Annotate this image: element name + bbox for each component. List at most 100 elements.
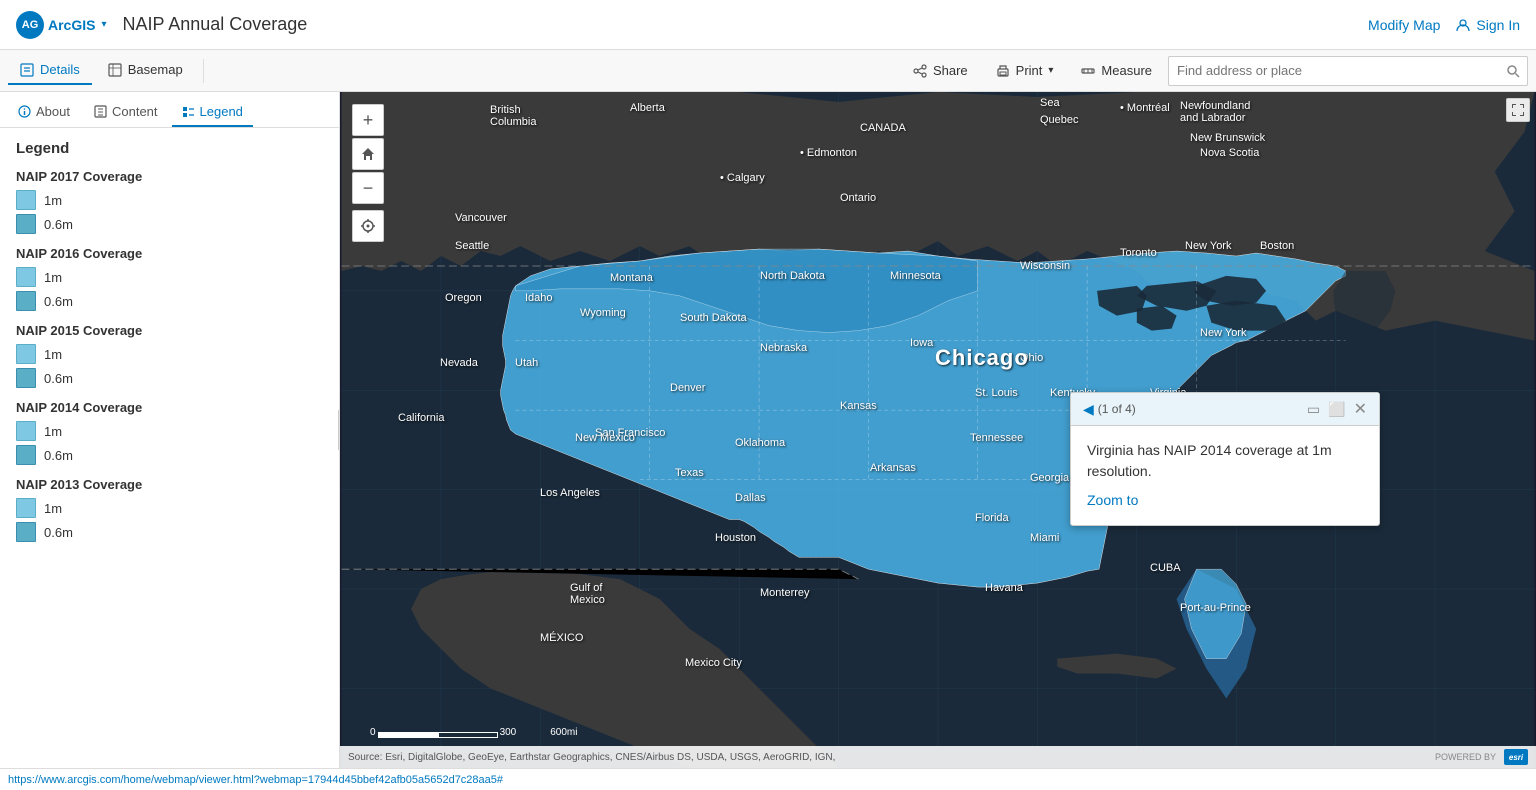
legend-label-1m: 1m [44,193,62,208]
user-icon [1456,18,1470,32]
top-right-actions: Modify Map Sign In [1368,17,1520,33]
content-tab-label: Content [112,104,158,119]
powered-by-label: POWERED BY [1435,752,1496,762]
legend-group-2015: NAIP 2015 Coverage [16,323,323,338]
legend-item: 1m [16,267,323,287]
sign-in-button[interactable]: Sign In [1456,17,1520,33]
popup-header: ◀ (1 of 4) ▭ ⬜ ✕ [1071,393,1379,426]
legend-label-1m: 1m [44,501,62,516]
sidebar-tab-legend[interactable]: Legend [172,98,253,127]
arcgis-label: ArcGIS [48,17,95,33]
legend-label-1m: 1m [44,424,62,439]
legend-label-06m: 0.6m [44,448,73,463]
fullscreen-icon [1511,103,1525,117]
arcgis-dropdown-icon[interactable]: ▾ [101,19,106,30]
scale-segment [438,732,498,738]
basemap-tab-label: Basemap [128,62,183,77]
legend-swatch-1m [16,190,36,210]
legend-item: 1m [16,190,323,210]
about-icon [18,105,31,118]
sidebar: About Content Legend ◀ Legend NAIP 2017 … [0,92,340,768]
legend-group-2013: NAIP 2013 Coverage [16,477,323,492]
legend-label-06m: 0.6m [44,371,73,386]
fullscreen-button[interactable] [1506,98,1530,122]
attribution-text: Source: Esri, DigitalGlobe, GeoEye, Eart… [348,752,835,763]
scale-bar: 0 300 600mi [370,727,578,738]
app-title: NAIP Annual Coverage [123,14,308,35]
legend-group-2017: NAIP 2017 Coverage [16,169,323,184]
share-label: Share [933,63,968,78]
legend-item: 1m [16,498,323,518]
map-container[interactable]: BritishColumbia Alberta CANADA • Edmonto… [340,92,1536,768]
popup-prev-button[interactable]: ◀ [1079,401,1098,418]
print-button[interactable]: Print ▾ [984,57,1066,84]
scale-line: 0 300 600mi [370,727,578,738]
share-icon [913,64,927,78]
legend-group-2016: NAIP 2016 Coverage [16,246,323,261]
sidebar-tabs: About Content Legend [0,92,339,128]
esri-logo: POWERED BY esri [1435,749,1528,765]
legend-label-1m: 1m [44,270,62,285]
search-container [1168,56,1528,86]
legend-item: 0.6m [16,368,323,388]
legend-swatch-1m [16,344,36,364]
search-button[interactable] [1499,56,1527,86]
toolbar: Details Basemap Share Print ▾ Measure [0,50,1536,92]
measure-button[interactable]: Measure [1069,57,1164,84]
zoom-in-button[interactable]: + [352,104,384,136]
status-bar: https://www.arcgis.com/home/webmap/viewe… [0,768,1536,790]
popup: ◀ (1 of 4) ▭ ⬜ ✕ Virginia has NAIP 2014 … [1070,392,1380,526]
popup-body: Virginia has NAIP 2014 coverage at 1m re… [1071,426,1379,525]
modify-map-button[interactable]: Modify Map [1368,17,1440,33]
popup-expand-button[interactable]: ⬜ [1324,401,1349,418]
arcgis-logo[interactable]: AG ArcGIS ▾ [16,11,107,39]
sidebar-tab-content[interactable]: Content [84,98,168,127]
legend-label-1m: 1m [44,347,62,362]
legend-icon [182,105,195,118]
popup-close-button[interactable]: ✕ [1350,399,1371,419]
esri-logo-mark: esri [1504,749,1528,765]
popup-restore-button[interactable]: ▭ [1303,401,1324,418]
home-button[interactable] [352,138,384,170]
legend-item: 1m [16,421,323,441]
scale-segment [378,732,438,738]
popup-description: Virginia has NAIP 2014 coverage at 1m re… [1087,442,1332,479]
legend-swatch-06m [16,291,36,311]
about-tab-label: About [36,104,70,119]
attribution-bar: Source: Esri, DigitalGlobe, GeoEye, Eart… [340,746,1536,768]
toolbar-right: Share Print ▾ Measure [901,56,1528,86]
sidebar-tab-about[interactable]: About [8,98,80,127]
zoom-out-button[interactable]: − [352,172,384,204]
map-controls: + − [352,104,384,242]
legend-item: 0.6m [16,445,323,465]
legend-label-06m: 0.6m [44,294,73,309]
main-content: About Content Legend ◀ Legend NAIP 2017 … [0,92,1536,768]
legend-content: Legend NAIP 2017 Coverage 1m 0.6m NAIP 2… [0,128,339,558]
legend-item: 1m [16,344,323,364]
legend-label-06m: 0.6m [44,525,73,540]
sign-in-label: Sign In [1476,17,1520,33]
legend-swatch-1m [16,421,36,441]
popup-count: (1 of 4) [1098,402,1303,416]
location-button[interactable] [352,210,384,242]
arcgis-logo-icon: AG [16,11,44,39]
search-icon [1506,64,1520,78]
status-url: https://www.arcgis.com/home/webmap/viewe… [8,774,503,786]
print-dropdown-icon: ▾ [1048,65,1053,76]
legend-title: Legend [16,140,323,157]
content-icon [94,105,107,118]
search-input[interactable] [1169,63,1499,78]
tab-basemap[interactable]: Basemap [96,56,195,85]
tab-details[interactable]: Details [8,56,92,85]
legend-item: 0.6m [16,291,323,311]
popup-zoom-link[interactable]: Zoom to [1087,490,1138,511]
top-bar: AG ArcGIS ▾ NAIP Annual Coverage Modify … [0,0,1536,50]
details-icon [20,63,34,77]
legend-group-2014: NAIP 2014 Coverage [16,400,323,415]
home-icon [360,146,376,162]
location-icon [360,218,376,234]
share-button[interactable]: Share [901,57,980,84]
legend-swatch-1m [16,267,36,287]
print-icon [996,64,1010,78]
legend-item: 0.6m [16,214,323,234]
